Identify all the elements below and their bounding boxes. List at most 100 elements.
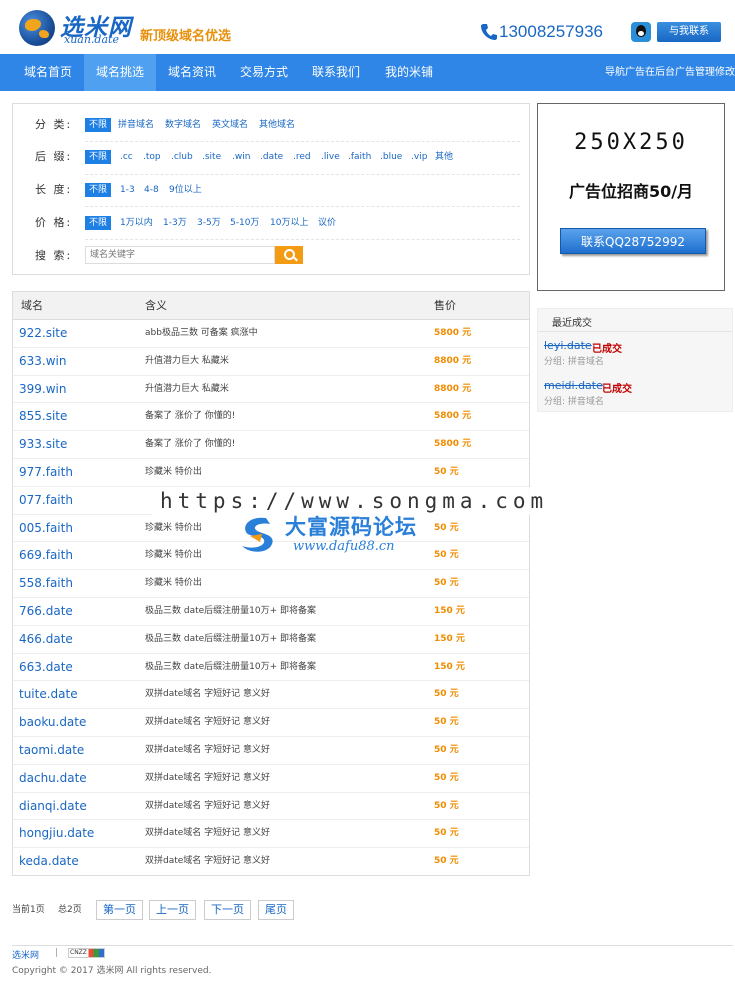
filter-option-win[interactable]: .win bbox=[232, 150, 250, 164]
row-price: 50 元 bbox=[434, 744, 459, 755]
search-icon[interactable] bbox=[275, 246, 303, 264]
recent-deal-category: 分组: 拼音域名 bbox=[544, 397, 604, 407]
row-domain-link[interactable]: 663.date bbox=[19, 654, 73, 681]
recent-deal-domain[interactable]: leyi.date bbox=[544, 339, 592, 352]
last-page-button[interactable]: 尾页 bbox=[258, 900, 294, 920]
filter-option-length-all[interactable]: 不限 bbox=[85, 183, 112, 197]
row-domain-link[interactable]: 005.faith bbox=[19, 515, 73, 542]
ad-size-text: 250X250 bbox=[574, 130, 688, 155]
filter-option-live[interactable]: .live bbox=[321, 150, 340, 164]
filter-option-suffix-all[interactable]: 不限 bbox=[85, 150, 112, 164]
main-nav: 域名首页 域名挑选 域名资讯 交易方式 联系我们 我的米铺 导航广告在后台广告管… bbox=[0, 54, 735, 91]
recent-deal-status: 已成交 bbox=[602, 384, 632, 395]
filter-option-site[interactable]: .site bbox=[202, 150, 221, 164]
row-price: 8800 元 bbox=[434, 355, 472, 366]
filter-option-club[interactable]: .club bbox=[171, 150, 193, 164]
table-row: 663.date 极品三数 date后缀注册量10万+ 即将备案 150 元 bbox=[13, 654, 529, 682]
filter-option-category-all[interactable]: 不限 bbox=[85, 118, 112, 132]
recent-deal-status: 已成交 bbox=[592, 344, 622, 355]
next-page-button[interactable]: 下一页 bbox=[204, 900, 251, 920]
filter-option-suffix-other[interactable]: 其他 bbox=[435, 150, 453, 164]
row-domain-link[interactable]: 077.faith bbox=[19, 487, 73, 514]
row-domain-link[interactable]: taomi.date bbox=[19, 737, 84, 764]
filter-option-faith[interactable]: .faith bbox=[348, 150, 371, 164]
row-domain-link[interactable]: tuite.date bbox=[19, 681, 78, 708]
pager-current-page: 当前1页 bbox=[12, 905, 45, 915]
row-domain-link[interactable]: 558.faith bbox=[19, 570, 73, 597]
filter-option-price-50k-100k[interactable]: 5-10万 bbox=[230, 216, 259, 230]
row-domain-link[interactable]: 633.win bbox=[19, 348, 66, 375]
table-row: taomi.date 双拼date域名 字短好记 意义好 50 元 bbox=[13, 737, 529, 765]
contact-me-button[interactable]: 与我联系 bbox=[657, 22, 721, 42]
filter-option-red[interactable]: .red bbox=[293, 150, 311, 164]
nav-item-contact[interactable]: 联系我们 bbox=[301, 54, 371, 91]
row-domain-link[interactable]: 855.site bbox=[19, 403, 67, 430]
row-domain-link[interactable]: 669.faith bbox=[19, 542, 73, 569]
prev-page-button[interactable]: 上一页 bbox=[149, 900, 196, 920]
filter-option-price-10k-30k[interactable]: 1-3万 bbox=[163, 216, 187, 230]
row-description: 双拼date域名 字短好记 意义好 bbox=[145, 744, 271, 755]
row-domain-link[interactable]: dachu.date bbox=[19, 765, 87, 792]
filter-option-price-negotiable[interactable]: 议价 bbox=[318, 216, 336, 230]
row-domain-link[interactable]: 399.win bbox=[19, 376, 66, 403]
row-description: 备案了 涨价了 你懂的! bbox=[145, 411, 236, 422]
row-domain-link[interactable]: 766.date bbox=[19, 598, 73, 625]
cnzz-stats-badge[interactable]: CNZZ bbox=[68, 948, 105, 958]
footer-home-link[interactable]: 选米网 bbox=[12, 948, 39, 961]
filter-option-length-4-8[interactable]: 4-8 bbox=[144, 183, 159, 197]
filter-option-length-9plus[interactable]: 9位以上 bbox=[169, 183, 202, 197]
row-price: 50 元 bbox=[434, 772, 459, 783]
filter-option-blue[interactable]: .blue bbox=[380, 150, 402, 164]
row-description: 双拼date域名 字短好记 意义好 bbox=[145, 689, 271, 700]
copyright-text: Copyright © 2017 选米网 All rights reserved… bbox=[12, 966, 212, 976]
filter-divider bbox=[85, 141, 520, 142]
nav-ad-notice[interactable]: 导航广告在后台广告管理修改 bbox=[605, 54, 735, 91]
filter-option-pinyin[interactable]: 拼音域名 bbox=[118, 118, 154, 132]
table-row: dachu.date 双拼date域名 字短好记 意义好 50 元 bbox=[13, 765, 529, 793]
filter-option-cc[interactable]: .cc bbox=[120, 150, 133, 164]
row-domain-link[interactable]: 977.faith bbox=[19, 459, 73, 486]
nav-item-domain-pick[interactable]: 域名挑选 bbox=[84, 54, 156, 91]
row-domain-link[interactable]: keda.date bbox=[19, 848, 79, 875]
nav-item-trade[interactable]: 交易方式 bbox=[229, 54, 299, 91]
table-row: hongjiu.date 双拼date域名 字短好记 意义好 50 元 bbox=[13, 820, 529, 849]
logo-globe-icon[interactable] bbox=[19, 10, 55, 46]
ad-contact-qq-button[interactable]: 联系QQ28752992 bbox=[560, 228, 706, 254]
row-domain-link[interactable]: hongjiu.date bbox=[19, 820, 94, 847]
filter-option-numeric[interactable]: 数字域名 bbox=[165, 118, 201, 132]
ad-banner[interactable]: 250X250 广告位招商50/月 联系QQ28752992 bbox=[537, 103, 725, 291]
table-header: 域名 含义 售价 bbox=[13, 292, 529, 320]
recent-deal-domain[interactable]: meidi.date bbox=[544, 379, 603, 392]
filter-option-other[interactable]: 其他域名 bbox=[259, 118, 295, 132]
table-row: tuite.date 双拼date域名 字短好记 意义好 50 元 bbox=[13, 681, 529, 710]
first-page-button[interactable]: 第一页 bbox=[96, 900, 143, 920]
filter-option-english[interactable]: 英文域名 bbox=[212, 118, 248, 132]
table-row: 466.date 极品三数 date后缀注册量10万+ 即将备案 150 元 bbox=[13, 626, 529, 654]
watermark-logo-icon bbox=[242, 517, 273, 552]
domain-search-input[interactable] bbox=[85, 246, 275, 264]
row-price: 50 元 bbox=[434, 856, 459, 867]
filter-option-price-30k-50k[interactable]: 3-5万 bbox=[197, 216, 221, 230]
row-domain-link[interactable]: 933.site bbox=[19, 431, 67, 458]
filter-option-length-1-3[interactable]: 1-3 bbox=[120, 183, 135, 197]
row-domain-link[interactable]: 466.date bbox=[19, 626, 73, 653]
filter-label-price: 价 格: bbox=[35, 216, 73, 229]
row-description: 双拼date域名 字短好记 意义好 bbox=[145, 856, 271, 867]
filter-option-date[interactable]: .date bbox=[260, 150, 283, 164]
filter-option-top[interactable]: .top bbox=[143, 150, 161, 164]
nav-item-news[interactable]: 域名资讯 bbox=[157, 54, 227, 91]
row-domain-link[interactable]: dianqi.date bbox=[19, 793, 87, 820]
site-slogan: 新顶级域名优选 bbox=[140, 29, 232, 44]
row-price: 50 元 bbox=[434, 578, 459, 589]
filter-option-vip[interactable]: .vip bbox=[411, 150, 427, 164]
filter-option-price-over-100k[interactable]: 10万以上 bbox=[270, 216, 308, 230]
nav-item-home[interactable]: 域名首页 bbox=[13, 54, 83, 91]
row-price: 150 元 bbox=[434, 633, 465, 644]
column-header-desc: 含义 bbox=[145, 299, 167, 312]
row-domain-link[interactable]: 922.site bbox=[19, 320, 67, 347]
qq-icon[interactable] bbox=[631, 22, 651, 42]
filter-option-price-under-10k[interactable]: 1万以内 bbox=[120, 216, 153, 230]
nav-item-my-shop[interactable]: 我的米铺 bbox=[373, 54, 445, 91]
row-domain-link[interactable]: baoku.date bbox=[19, 709, 86, 736]
filter-option-price-all[interactable]: 不限 bbox=[85, 216, 112, 230]
